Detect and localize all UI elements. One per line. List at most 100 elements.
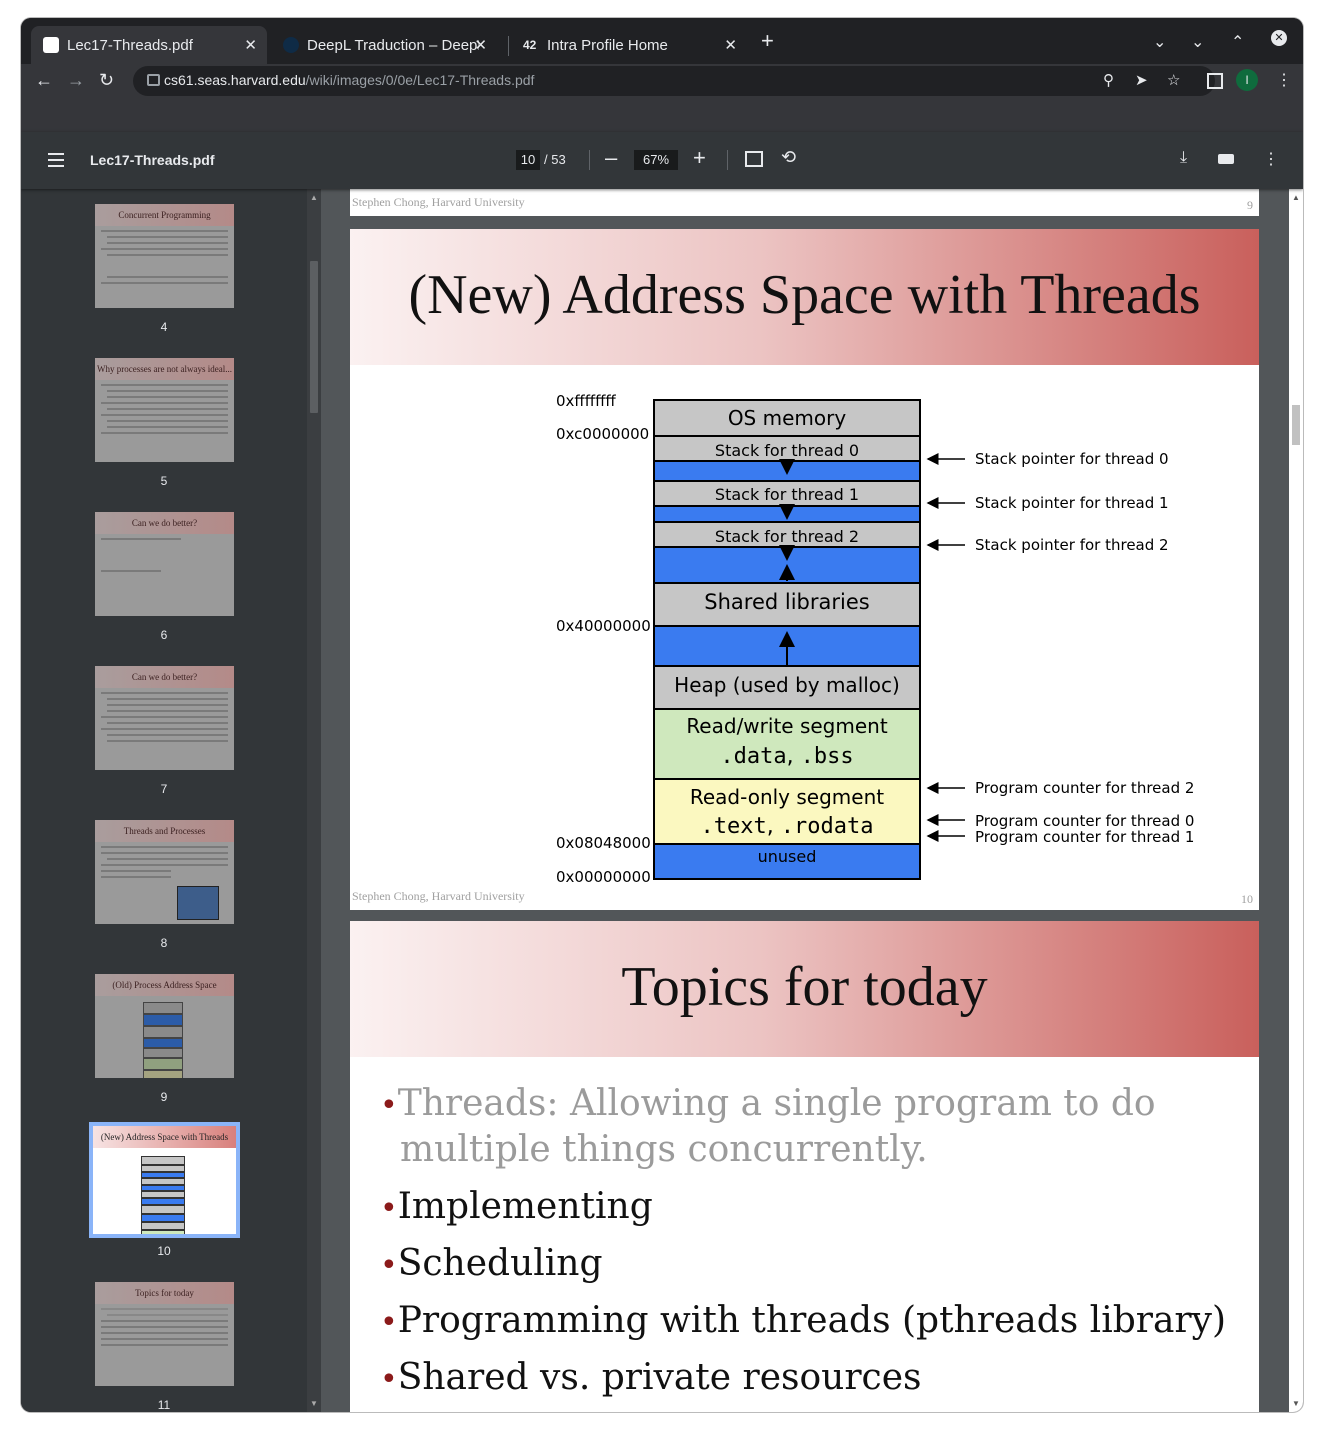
thumbnail-diagram xyxy=(141,1156,185,1234)
tab-intra[interactable]: 42 Intra Profile Home ✕ xyxy=(511,26,747,64)
thumbnail-number: 5 xyxy=(160,474,168,488)
thumbnail-number: 4 xyxy=(160,320,168,334)
close-icon[interactable]: ✕ xyxy=(244,36,257,54)
scrollbar-thumb[interactable] xyxy=(1292,405,1300,445)
zoom-in-button[interactable]: + xyxy=(693,145,706,171)
bullet-text: Scheduling xyxy=(397,1243,603,1284)
list-item: •Threads: Allowing a single program to d… xyxy=(380,1083,1156,1124)
print-icon[interactable] xyxy=(1218,154,1234,164)
pdf-viewport: 0x00000000 Stephen Chong, Harvard Univer… xyxy=(321,189,1289,1412)
download-icon[interactable]: ⤓ xyxy=(1180,149,1187,167)
segment-label: unused xyxy=(758,847,817,866)
thumbnail-title: Topics for today xyxy=(95,1282,234,1304)
star-icon[interactable]: ☆ xyxy=(1167,71,1180,89)
maximize-icon[interactable]: ⌃ xyxy=(1231,32,1244,52)
forward-icon[interactable]: → xyxy=(67,70,85,91)
divider xyxy=(589,150,590,170)
page-footer: Stephen Chong, Harvard University xyxy=(352,889,525,903)
thumbnail-page-6[interactable]: Can we do better? xyxy=(95,512,234,616)
bookmark-bar xyxy=(21,98,1303,133)
scroll-up-icon[interactable]: ▲ xyxy=(1292,193,1300,202)
thumbnail-number: 11 xyxy=(157,1398,171,1412)
close-icon[interactable]: ✕ xyxy=(724,36,737,54)
kebab-menu-icon[interactable]: ⋮ xyxy=(1276,70,1292,90)
scrollbar-thumb[interactable] xyxy=(310,261,318,413)
send-icon[interactable]: ➤ xyxy=(1135,71,1148,89)
address-label: 0x40000000 xyxy=(556,617,651,635)
bullet-icon: • xyxy=(380,1088,398,1123)
pdf-favicon-icon xyxy=(43,37,59,53)
menu-icon[interactable] xyxy=(48,153,64,167)
separator: , xyxy=(767,814,781,839)
segment-label: .rodata xyxy=(781,814,874,839)
tab-deepl[interactable]: DeepL Traduction – DeepL ✕ xyxy=(271,26,497,64)
zoom-input[interactable]: 67% xyxy=(634,150,678,170)
pdf-filename: Lec17-Threads.pdf xyxy=(90,152,215,168)
more-options-icon[interactable]: ⋮ xyxy=(1263,149,1279,169)
thumbnail-page-8[interactable]: Threads and Processes xyxy=(95,820,234,924)
side-panel-icon[interactable] xyxy=(1207,73,1223,89)
thumbnail-number: 9 xyxy=(160,1090,168,1104)
page-number: 9 xyxy=(1247,198,1253,212)
zoom-icon[interactable]: ⚲ xyxy=(1103,71,1114,89)
slide-title: Topics for today xyxy=(621,956,988,1018)
thumbnail-page-5[interactable]: Why processes are not always ideal... xyxy=(95,358,234,462)
segment-label: Heap (used by malloc) xyxy=(674,673,900,697)
bullet-text: Shared vs. private resources xyxy=(397,1357,922,1398)
scroll-down-icon[interactable]: ▼ xyxy=(310,1399,318,1408)
bullet-icon: • xyxy=(380,1362,398,1397)
page-total: / 53 xyxy=(544,152,566,167)
chevron-down-icon[interactable]: ⌄ xyxy=(1153,32,1166,52)
segment-label: Stack for thread 1 xyxy=(715,485,859,504)
segment-label: Stack for thread 2 xyxy=(715,527,859,546)
zoom-out-button[interactable]: – xyxy=(605,145,617,171)
page-footer: Stephen Chong, Harvard University xyxy=(352,195,525,209)
sidebar-scrollbar[interactable]: ▲ ▼ xyxy=(307,189,321,1412)
bullet-text: multiple things concurrently. xyxy=(400,1129,928,1170)
tab-separator xyxy=(508,36,509,56)
reload-icon[interactable]: ↻ xyxy=(99,70,114,91)
thumbnail-page-11[interactable]: Topics for today xyxy=(95,1282,234,1386)
close-window-icon[interactable]: ✕ xyxy=(1271,30,1287,46)
page-number: 10 xyxy=(1241,892,1253,906)
segment-label: Read-only segment xyxy=(690,785,884,809)
url-host: cs61.seas.harvard.edu xyxy=(164,72,306,88)
address-label: 0xffffffff xyxy=(556,392,616,410)
new-tab-button[interactable]: + xyxy=(761,28,774,54)
rotate-icon[interactable]: ⟲ xyxy=(781,147,796,168)
scroll-down-icon[interactable]: ▼ xyxy=(1292,1399,1300,1408)
bullet-text: Implementing xyxy=(397,1186,653,1227)
address-label: 0x08048000 xyxy=(556,834,651,852)
scroll-up-icon[interactable]: ▲ xyxy=(310,193,318,202)
close-icon[interactable]: ✕ xyxy=(474,36,487,54)
pdf-toolbar: Lec17-Threads.pdf 10 / 53 – 67% + ⟲ ⤓ ⋮ xyxy=(21,132,1303,189)
bullet-text: Programming with threads (pthreads libra… xyxy=(397,1300,1227,1341)
thumbnail-sidebar: Concurrent Programming 4 Why processes a… xyxy=(21,189,307,1412)
thumbnail-page-4[interactable]: Concurrent Programming xyxy=(95,204,234,308)
avatar[interactable]: I xyxy=(1236,69,1258,91)
thumbnail-page-9[interactable]: (Old) Process Address Space xyxy=(95,974,234,1078)
thumbnail-page-10[interactable]: (New) Address Space with Threads xyxy=(89,1122,240,1238)
thumbnail-number: 8 xyxy=(160,936,168,950)
url-text: cs61.seas.harvard.edu/wiki/images/0/0e/L… xyxy=(164,72,534,88)
back-icon[interactable]: ← xyxy=(35,70,53,91)
thumbnail-title: Can we do better? xyxy=(95,512,234,534)
thumbnail-title: (Old) Process Address Space xyxy=(95,974,234,996)
pdf-page-9: 0x00000000 Stephen Chong, Harvard Univer… xyxy=(350,189,1259,216)
address-label: 0xc0000000 xyxy=(556,425,649,443)
thumbnail-diagram xyxy=(143,1002,183,1078)
tab-lec17[interactable]: Lec17-Threads.pdf ✕ xyxy=(31,26,267,64)
segment-label: Stack for thread 0 xyxy=(715,441,859,460)
url-path: /wiki/images/0/0e/Lec17-Threads.pdf xyxy=(305,72,535,88)
browser-toolbar: ← → ↻ cs61.seas.harvard.edu/wiki/images/… xyxy=(21,64,1303,98)
minimize-icon[interactable]: ⌄ xyxy=(1191,32,1204,52)
thumbnail-page-7[interactable]: Can we do better? xyxy=(95,666,234,770)
viewer-scrollbar[interactable]: ▲ ▼ xyxy=(1289,189,1303,1412)
segment-label: Shared libraries xyxy=(704,590,869,614)
bullet-text: Threads: Allowing a single program to do xyxy=(397,1083,1156,1124)
bullet-icon: • xyxy=(380,1191,398,1226)
page-number-input[interactable]: 10 xyxy=(516,150,540,170)
address-bar[interactable]: cs61.seas.harvard.edu/wiki/images/0/0e/L… xyxy=(133,66,1215,96)
42-favicon-icon: 42 xyxy=(523,38,537,52)
fit-page-icon[interactable] xyxy=(745,151,763,167)
